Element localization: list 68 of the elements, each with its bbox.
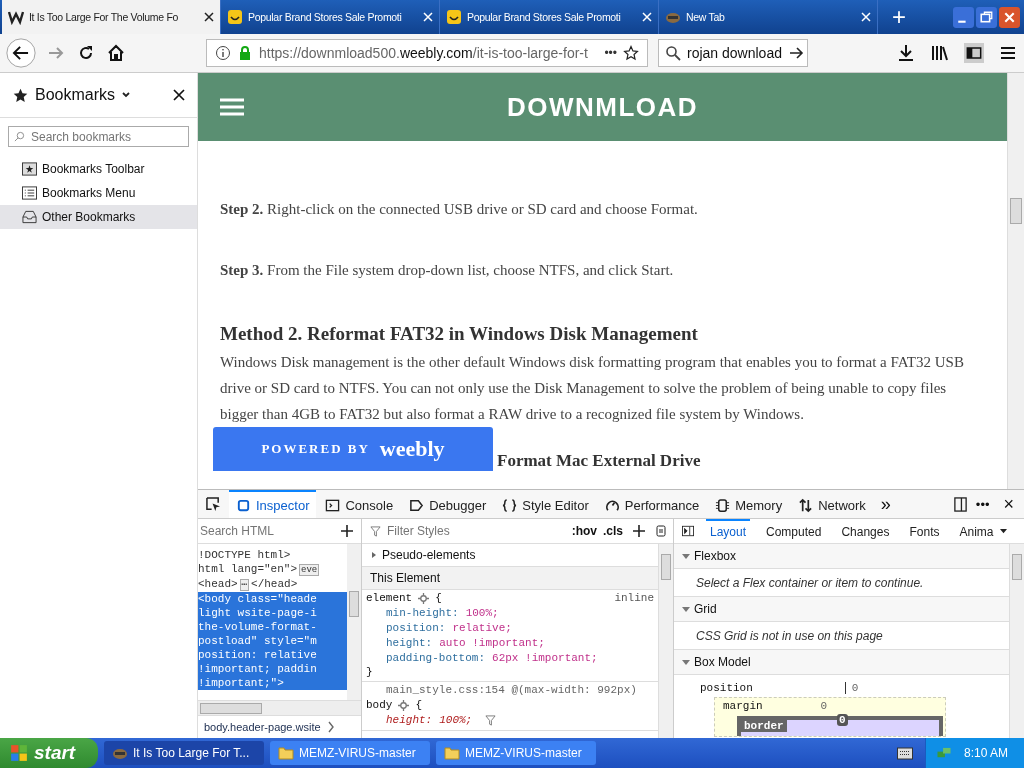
section-heading: Format Mac External Drive (497, 451, 701, 471)
options-button[interactable]: ••• (969, 496, 996, 512)
paragraph: Windows Disk management is the other default Windows disk formatting program that enables you to format a FAT32 USB drive or SD card to NTFS. You can not only use the Disk Management to solve the problem of being unable to copy files bigger than 4GB to FAT32 but also format a RAW drive to a recognized file system by Windows. (220, 353, 965, 424)
section-header[interactable]: Grid (674, 597, 1009, 622)
brace: { (435, 591, 442, 606)
box-label: position (700, 682, 753, 694)
clock: 8:10 AM (963, 746, 1008, 760)
taskbar-button[interactable]: MEMZ-VIRUS-master (436, 741, 596, 765)
section-heading: Method 2. Reformat FAT32 in Windows Disk Management (220, 323, 699, 345)
section-header[interactable]: Box Model (674, 650, 1009, 675)
section-header[interactable]: Flexbox (674, 544, 1009, 569)
devtools-tab[interactable]: Style Editor (495, 490, 596, 518)
panel-tab[interactable]: Anima (955, 519, 998, 543)
style-declaration[interactable]: padding-bottom: 62px !important; (366, 651, 654, 666)
devtools-tab[interactable]: Inspector (229, 490, 317, 518)
close-button[interactable]: × (997, 493, 1020, 515)
panel-tab[interactable]: Computed (762, 519, 826, 543)
panel-tab[interactable]: Changes (837, 519, 894, 543)
step-text: Step 2. Right-click on the connected USB drive or SD card and choose Format. (220, 201, 699, 218)
sidebar-title[interactable]: Bookmarks (35, 86, 116, 104)
url-text: https://downmload500.weebly.com/it-is-too-large-for-t (259, 45, 589, 61)
site-logo[interactable]: DOWNMLOAD (506, 91, 699, 123)
devtools-tab[interactable]: Performance (597, 490, 707, 518)
hover-toggle[interactable]: :hov (571, 524, 597, 538)
new-tab-button[interactable]: + (878, 0, 920, 34)
section-title: This Element (362, 567, 658, 590)
markup-line[interactable]: !DOCTYPE html> (198, 548, 347, 562)
powered-by-badge[interactable]: POWERED BY weebly (213, 427, 493, 471)
panel-tab[interactable]: Fonts (905, 519, 944, 543)
markup-line[interactable]: <head> ⋯ </head> (198, 577, 347, 592)
brace: { (415, 698, 422, 713)
box-label: border (741, 720, 787, 732)
taskbar-button[interactable]: It Is Too Large For T... (104, 741, 264, 765)
bookmark-item[interactable]: Bookmarks Toolbar (0, 157, 197, 181)
box-label: margin (723, 700, 763, 714)
rule-source: inline (614, 591, 654, 606)
page-actions-button[interactable]: ••• (604, 46, 617, 60)
search-field[interactable]: Search bookmarks (8, 126, 189, 147)
devtools-tab[interactable]: Network (791, 490, 873, 518)
section-title: Pseudo-elements (382, 548, 476, 562)
search-field[interactable]: rojan download (658, 39, 808, 67)
box-value[interactable]: 0 (820, 700, 828, 716)
devtools-tab[interactable]: Memory (708, 490, 790, 518)
style-declaration[interactable]: position: relative; (366, 621, 654, 636)
filter-field[interactable]: Filter Styles (387, 524, 527, 538)
box-value[interactable]: 0 (844, 682, 859, 694)
style-declaration[interactable]: min-height: 100%; (366, 606, 654, 621)
style-declaration[interactable]: height: auto !important; (366, 636, 654, 651)
more-tools-button[interactable]: » (874, 493, 897, 515)
markup-line[interactable]: html lang="en"> eve (198, 562, 347, 577)
taskbar-button[interactable]: MEMZ-VIRUS-master (270, 741, 430, 765)
style-declaration[interactable]: height: 100%; (366, 713, 654, 728)
bookmark-item[interactable]: Other Bookmarks (0, 205, 197, 229)
browser-tab[interactable]: It Is Too Large For The Volume Fo (2, 0, 221, 34)
breadcrumb[interactable]: body.header-page.wsite (204, 721, 321, 733)
rule-source[interactable]: main_style.css:154 @(max-width: 992px) (386, 684, 637, 696)
devtools-tab[interactable]: Console (318, 490, 401, 518)
devtools-tab[interactable]: Debugger (402, 490, 494, 518)
box-value[interactable]: 0 (837, 714, 848, 726)
class-toggle[interactable]: .cls (603, 524, 623, 538)
selector: body (366, 698, 393, 713)
step-text: Step 3. From the File system drop-down list, choose NTFS, and click Start. (220, 262, 675, 279)
selector: element (366, 591, 413, 606)
brace: } (366, 666, 374, 679)
start-button[interactable]: start (0, 738, 98, 768)
address-bar[interactable]: https://downmload500.weebly.com/it-is-too-large-for-t ••• (206, 39, 648, 67)
bookmark-item[interactable]: Bookmarks Menu (0, 181, 197, 205)
search-field[interactable]: Search HTML (198, 524, 322, 538)
